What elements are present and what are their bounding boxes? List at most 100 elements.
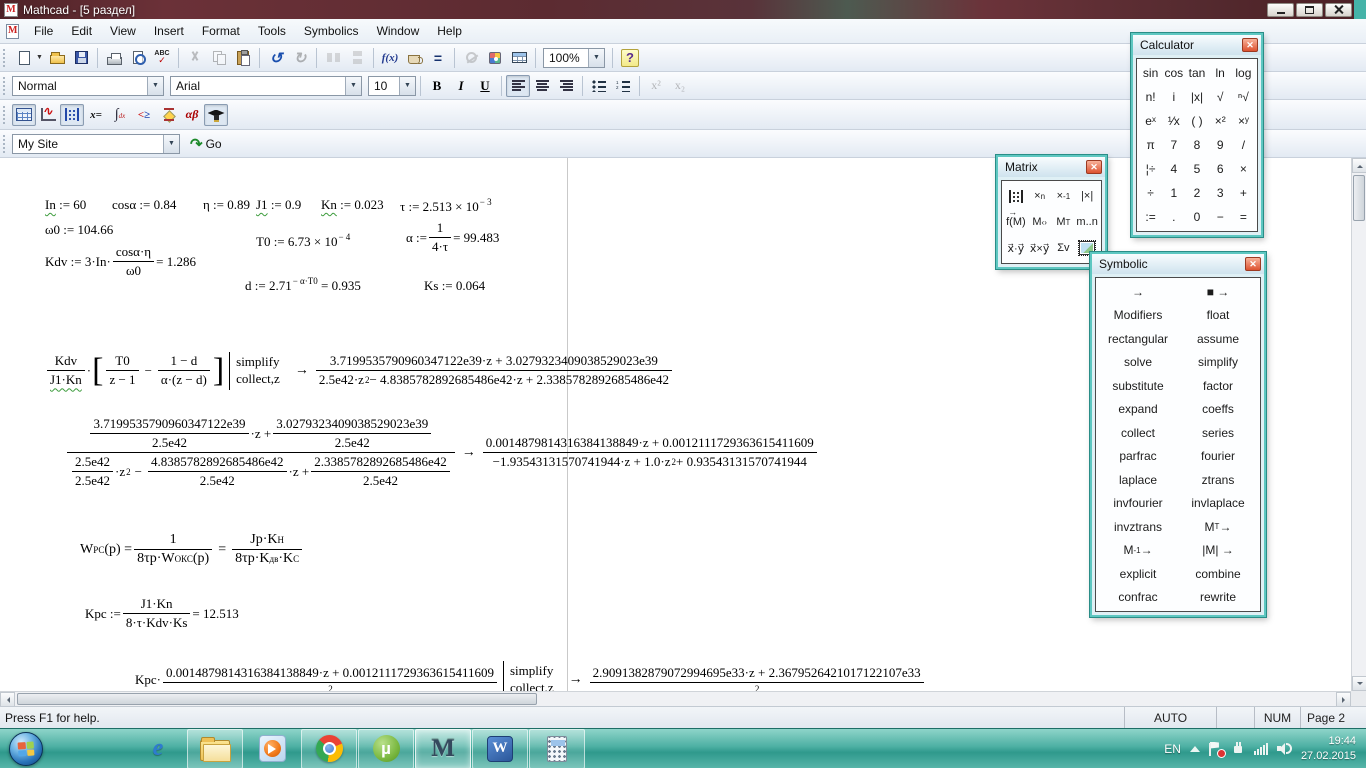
symbolic-key[interactable]: → bbox=[1098, 280, 1178, 304]
symbolic-key[interactable]: simplify bbox=[1178, 351, 1258, 375]
close-icon[interactable] bbox=[1242, 38, 1258, 52]
symbolic-key[interactable]: |M| → bbox=[1178, 539, 1258, 563]
taskbar-calculator-app[interactable] bbox=[529, 729, 585, 768]
symbolic-key[interactable]: invfourier bbox=[1098, 492, 1178, 516]
menu-format[interactable]: Format bbox=[193, 21, 249, 41]
maximize-button[interactable] bbox=[1296, 3, 1323, 17]
bold-button[interactable]: B bbox=[425, 75, 449, 97]
bullet-list-button[interactable] bbox=[587, 75, 611, 97]
calc-key[interactable]: cos bbox=[1162, 61, 1185, 85]
close-button[interactable] bbox=[1325, 3, 1352, 17]
calc-key[interactable]: . bbox=[1162, 205, 1185, 229]
clock[interactable]: 19:44 27.02.2015 bbox=[1301, 734, 1356, 764]
symbolic-key[interactable]: invztrans bbox=[1098, 515, 1178, 539]
print-preview-button[interactable] bbox=[126, 47, 150, 69]
italic-button[interactable]: I bbox=[449, 75, 473, 97]
symbolic-key[interactable]: rectangular bbox=[1098, 327, 1178, 351]
expr-kdv-definition[interactable]: Kdv := 3·In· cosα·ηω0 = 1.286 bbox=[45, 244, 196, 279]
menu-view[interactable]: View bbox=[101, 21, 145, 41]
evaluation-palette-button[interactable]: x= bbox=[84, 104, 108, 126]
calc-key[interactable]: sin bbox=[1139, 61, 1162, 85]
symbolic-key[interactable]: expand bbox=[1098, 398, 1178, 422]
expr-normalized-fraction[interactable]: 3.7199535790960347122e392.5e42 ·z + 3.02… bbox=[65, 416, 819, 489]
toolbar-grip[interactable] bbox=[3, 106, 8, 124]
calc-key[interactable]: log bbox=[1232, 61, 1255, 85]
calc-key[interactable]: 7 bbox=[1162, 133, 1185, 157]
expr-t0-definition[interactable]: T0 := 6.73 × 10− 4 bbox=[256, 232, 350, 250]
expr-kn-definition[interactable]: Kn := 0.023 bbox=[321, 197, 384, 213]
matrix-key[interactable]: ×-1 bbox=[1052, 183, 1076, 209]
calc-key[interactable]: eˣ bbox=[1139, 109, 1162, 133]
align-left-button[interactable] bbox=[506, 75, 530, 97]
new-button[interactable] bbox=[12, 47, 36, 69]
taskbar-chrome[interactable] bbox=[301, 729, 357, 768]
symbolic-key[interactable]: fourier bbox=[1178, 445, 1258, 469]
calc-key[interactable]: 3 bbox=[1209, 181, 1232, 205]
calc-key[interactable]: 4 bbox=[1162, 157, 1185, 181]
expr-d-definition[interactable]: d := 2.71− α·T0 = 0.935 bbox=[245, 276, 361, 294]
calc-key[interactable]: |x| bbox=[1185, 85, 1208, 109]
symbolic-key[interactable]: coeffs bbox=[1178, 398, 1258, 422]
symbolic-key[interactable]: laplace bbox=[1098, 468, 1178, 492]
symbolic-key[interactable]: series bbox=[1178, 421, 1258, 445]
symbolic-key[interactable]: factor bbox=[1178, 374, 1258, 398]
menu-insert[interactable]: Insert bbox=[145, 21, 193, 41]
calc-key[interactable]: ÷ bbox=[1139, 181, 1162, 205]
calc-key[interactable]: 1 bbox=[1162, 181, 1185, 205]
symbolic-key[interactable]: Modifiers bbox=[1098, 304, 1178, 328]
calc-key[interactable]: ×ʸ bbox=[1232, 109, 1255, 133]
calc-key[interactable]: i bbox=[1162, 85, 1185, 109]
scroll-up-arrow[interactable] bbox=[1352, 158, 1366, 173]
help-button[interactable]: ? bbox=[617, 47, 643, 69]
matrix-key[interactable] bbox=[1004, 183, 1028, 209]
align-right-button[interactable] bbox=[554, 75, 578, 97]
expr-tau-definition[interactable]: τ := 2.513 × 10− 3 bbox=[400, 197, 492, 215]
expr-simplify-1[interactable]: KdvJ1·Kn · T0z − 1 − 1 − dα·(z − d) simp… bbox=[45, 352, 674, 390]
action-center-icon[interactable] bbox=[1209, 742, 1223, 756]
menu-help[interactable]: Help bbox=[428, 21, 471, 41]
graph-palette-button[interactable] bbox=[36, 104, 60, 126]
vertical-scroll-thumb[interactable] bbox=[1353, 175, 1365, 221]
horizontal-scroll-thumb[interactable] bbox=[17, 693, 537, 705]
symbolic-key[interactable]: parfrac bbox=[1098, 445, 1178, 469]
expr-omega0-definition[interactable]: ω0 := 104.66 bbox=[45, 222, 113, 238]
expr-ks-definition[interactable]: Ks := 0.064 bbox=[424, 278, 485, 294]
new-dropdown-arrow[interactable] bbox=[36, 54, 45, 61]
undo-button[interactable] bbox=[264, 47, 288, 69]
expr-kpc-definition[interactable]: Kpc := J1·Kn8·τ·Kdv·Ks = 12.513 bbox=[85, 596, 239, 631]
underline-button[interactable]: U bbox=[473, 75, 497, 97]
style-dropdown-arrow[interactable] bbox=[147, 77, 163, 95]
horizontal-scrollbar[interactable] bbox=[0, 691, 1351, 706]
minimize-button[interactable] bbox=[1267, 3, 1294, 17]
font-combo[interactable]: Arial bbox=[170, 76, 362, 96]
calc-key[interactable]: n! bbox=[1139, 85, 1162, 109]
scroll-down-arrow[interactable] bbox=[1352, 676, 1366, 691]
zoom-combo[interactable]: 100% bbox=[543, 48, 605, 68]
menu-edit[interactable]: Edit bbox=[62, 21, 101, 41]
programming-palette-button[interactable] bbox=[156, 104, 180, 126]
toolbar-grip[interactable] bbox=[3, 77, 8, 95]
symbolic-key[interactable]: MT → bbox=[1178, 515, 1258, 539]
symbolic-palette-titlebar[interactable]: Symbolic bbox=[1092, 254, 1264, 274]
calc-key[interactable]: 9 bbox=[1209, 133, 1232, 157]
boolean-palette-button[interactable] bbox=[132, 104, 156, 126]
style-combo[interactable]: Normal bbox=[12, 76, 164, 96]
spell-check-button[interactable] bbox=[150, 47, 174, 69]
calc-key[interactable]: 8 bbox=[1185, 133, 1208, 157]
menu-symbolics[interactable]: Symbolics bbox=[295, 21, 368, 41]
calc-key[interactable]: 2 bbox=[1185, 181, 1208, 205]
symbolic-key[interactable]: M-1 → bbox=[1098, 539, 1178, 563]
document-icon[interactable] bbox=[6, 24, 19, 39]
matrix-key[interactable]: M‹› bbox=[1028, 209, 1052, 235]
symbolic-key[interactable]: rewrite bbox=[1178, 586, 1258, 610]
symbolic-key[interactable]: explicit bbox=[1098, 562, 1178, 586]
taskbar-internet-explorer[interactable]: e bbox=[130, 729, 186, 768]
matrix-palette-button[interactable] bbox=[60, 104, 84, 126]
matrix-key[interactable]: ×n bbox=[1028, 183, 1052, 209]
symbolic-palette-button[interactable] bbox=[204, 104, 228, 126]
power-icon[interactable] bbox=[1232, 742, 1245, 755]
calculator-palette-titlebar[interactable]: Calculator bbox=[1133, 35, 1261, 55]
resources-dropdown-arrow[interactable] bbox=[163, 135, 179, 153]
open-button[interactable] bbox=[45, 47, 69, 69]
zoom-dropdown-arrow[interactable] bbox=[588, 49, 604, 67]
